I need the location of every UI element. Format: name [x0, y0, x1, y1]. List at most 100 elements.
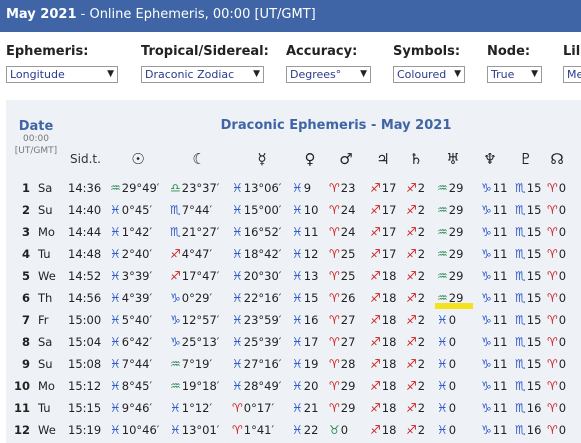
- position-cell: ♐2: [406, 397, 425, 419]
- position-value: 20°30′: [243, 269, 282, 283]
- sun-icon: ☉: [131, 150, 145, 168]
- zodiac-sign-icon: ♓: [292, 401, 303, 415]
- position-cell: ♓9: [292, 177, 311, 199]
- zodiac-sign-icon: ♈: [547, 335, 558, 349]
- sidereal-time: 14:52: [68, 269, 102, 283]
- position-value: 15: [526, 291, 542, 305]
- position-value: 29: [448, 225, 464, 239]
- position-value: 0: [558, 313, 567, 327]
- position-value: 16: [526, 401, 542, 415]
- sidereal-time: 15:00: [68, 313, 102, 327]
- zodiac-sign-icon: ♑: [170, 291, 181, 305]
- page-title-bar: May 2021 - Online Ephemeris, 00:00 [UT/G…: [0, 0, 581, 32]
- position-cell: ♈0: [547, 221, 566, 243]
- position-cell: ♑11: [481, 331, 507, 353]
- position-value: 15: [526, 379, 542, 393]
- zodiac-sign-icon: ♒: [170, 379, 181, 393]
- lilith-select[interactable]: Me: [563, 66, 581, 83]
- position-value: 2: [417, 225, 426, 239]
- position-cell: ♑11: [481, 287, 507, 309]
- weekday: Su: [38, 357, 53, 371]
- position-cell: ♐18: [370, 419, 396, 441]
- venus-icon: ♀: [304, 150, 316, 168]
- position-value: 2: [417, 247, 426, 261]
- position-value: 0: [448, 335, 457, 349]
- zodiac-sign-icon: ♈: [232, 423, 243, 437]
- position-cell: ♓0: [437, 419, 456, 441]
- zodiac-sign-icon: ♑: [481, 379, 492, 393]
- position-value: 3°39′: [121, 269, 153, 283]
- node-select[interactable]: True ▼: [487, 66, 542, 83]
- position-cell: ♐2: [406, 199, 425, 221]
- position-cell: ♐17: [370, 221, 396, 243]
- zodiac-sign-icon: ♓: [292, 269, 303, 283]
- zodiac-sign-icon: ♎: [170, 181, 181, 195]
- position-cell: ♑25°13′: [170, 331, 219, 353]
- position-value: 29: [448, 247, 464, 261]
- position-cell: ♈0: [547, 397, 566, 419]
- zodiac-sign-icon: ♓: [437, 401, 448, 415]
- weekday: Sa: [38, 181, 53, 195]
- symbols-select[interactable]: Coloured ▼: [393, 66, 465, 83]
- position-cell: ♐17: [370, 177, 396, 199]
- weekday: Sa: [38, 335, 53, 349]
- zodiac-sign-icon: ♏: [515, 379, 526, 393]
- position-value: 11: [492, 203, 508, 217]
- position-value: 17°47′: [181, 269, 220, 283]
- position-cell: ♓10: [292, 199, 318, 221]
- position-value: 29: [448, 203, 464, 217]
- table-row: 6 Th 14:56 ♓4°39′ ♑0°29′ ♓22°16′ ♓15 ♈26 ♐18 ♐2 ♒2…: [6, 287, 581, 309]
- zodiac-sign-icon: ♏: [515, 335, 526, 349]
- position-cell: ♏15: [515, 287, 541, 309]
- position-cell: ♐18: [370, 287, 396, 309]
- day-number: 6: [21, 291, 30, 305]
- zodiac-select[interactable]: Draconic Zodiac ▼: [141, 66, 264, 83]
- sidereal-time: 15:19: [68, 423, 102, 437]
- accuracy-select[interactable]: Degrees° ▼: [286, 66, 371, 83]
- zodiac-sign-icon: ♐: [370, 181, 381, 195]
- position-value: 4°39′: [121, 291, 153, 305]
- sidereal-time: 15:04: [68, 335, 102, 349]
- zodiac-sign-icon: ♓: [110, 225, 121, 239]
- zodiac-sign-icon: ♓: [232, 225, 243, 239]
- zodiac-sign-icon: ♒: [110, 181, 121, 195]
- position-cell: ♈29: [329, 397, 355, 419]
- position-value: 15: [526, 181, 542, 195]
- position-cell: ♎23°37′: [170, 177, 219, 199]
- position-value: 18: [381, 269, 397, 283]
- weekday: We: [38, 423, 56, 437]
- position-value: 0°29′: [181, 291, 213, 305]
- zodiac-sign-icon: ♓: [110, 401, 121, 415]
- position-value: 13°01′: [181, 423, 220, 437]
- zodiac-sign-icon: ♐: [370, 225, 381, 239]
- lilith-value: Me: [567, 68, 581, 81]
- position-value: 2: [417, 291, 426, 305]
- position-value: 22: [303, 423, 319, 437]
- moon-icon: ☾: [192, 150, 206, 168]
- position-value: 10: [303, 203, 319, 217]
- position-cell: ♐2: [406, 265, 425, 287]
- position-cell: ♐4°47′: [170, 243, 212, 265]
- position-value: 2: [417, 313, 426, 327]
- ephemeris-value: Longitude: [10, 68, 65, 81]
- zodiac-sign-icon: ♓: [110, 203, 121, 217]
- position-cell: ♈0°17′: [232, 397, 274, 419]
- position-value: 5°40′: [121, 313, 153, 327]
- accuracy-value: Degrees°: [290, 68, 342, 81]
- position-value: 0: [558, 181, 567, 195]
- zodiac-sign-icon: ♓: [292, 379, 303, 393]
- zodiac-sign-icon: ♓: [437, 379, 448, 393]
- table-row: 10 Mo 15:12 ♓8°45′ ♒19°18′ ♓28°49′ ♓20 ♈29 ♐18 ♐2…: [6, 375, 581, 397]
- position-value: 15: [526, 357, 542, 371]
- position-value: 11: [492, 291, 508, 305]
- zodiac-sign-icon: ♓: [437, 423, 448, 437]
- position-cell: ♑11: [481, 177, 507, 199]
- position-cell: ♑11: [481, 309, 507, 331]
- ephemeris-select[interactable]: Longitude ▼: [6, 66, 118, 83]
- position-value: 0°17′: [243, 401, 275, 415]
- position-value: 4°47′: [181, 247, 213, 261]
- position-value: 17: [381, 247, 397, 261]
- zodiac-sign-icon: ♒: [437, 203, 448, 217]
- zodiac-sign-icon: ♓: [110, 335, 121, 349]
- position-value: 11: [492, 181, 508, 195]
